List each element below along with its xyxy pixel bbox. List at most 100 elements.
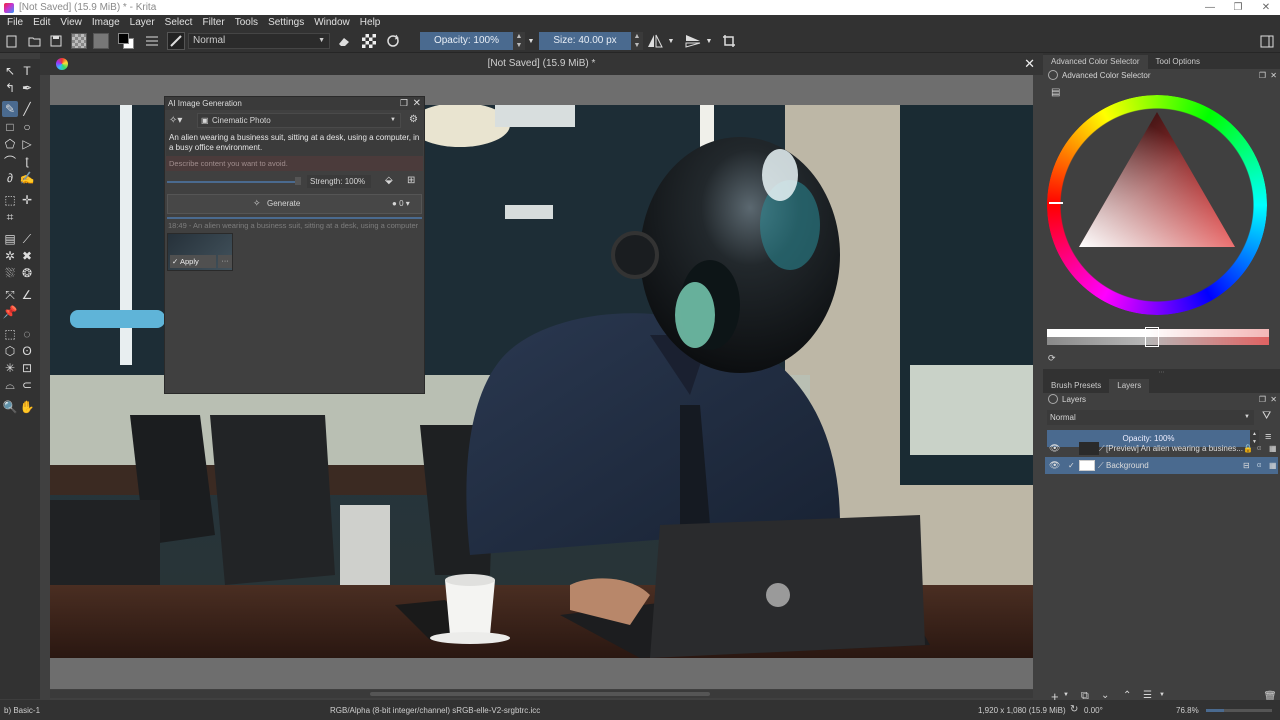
layers-stack-icon[interactable]: ⬙ bbox=[385, 175, 393, 186]
menu-layer[interactable]: Layer bbox=[125, 17, 160, 28]
layer-row-selected[interactable]: 👁 ✓ ⟋ Background ⊟ α ▦ bbox=[1045, 457, 1278, 474]
freehand-select-tool-icon[interactable]: ʘ bbox=[19, 343, 35, 359]
strength-slider-handle[interactable] bbox=[295, 177, 301, 185]
color-picker-tool-icon[interactable]: ⟋ bbox=[19, 231, 35, 247]
magnetic-select-tool-icon[interactable]: ⊂ bbox=[19, 377, 35, 393]
menu-edit[interactable]: Edit bbox=[28, 17, 55, 28]
similar-select-tool-icon[interactable]: ⊡ bbox=[19, 360, 35, 376]
calligraphy-tool-icon[interactable]: ✒ bbox=[19, 80, 35, 96]
float-panel-icon[interactable]: ❐ bbox=[1259, 393, 1266, 406]
float-panel-icon[interactable]: ❐ bbox=[1259, 69, 1266, 82]
rectangle-tool-icon[interactable]: □ bbox=[2, 119, 18, 135]
measure-tool-icon[interactable]: ∠ bbox=[19, 287, 35, 303]
ellipse-tool-icon[interactable]: ○ bbox=[19, 119, 35, 135]
close-window-button[interactable]: ✕ bbox=[1252, 0, 1280, 15]
menu-filter[interactable]: Filter bbox=[197, 17, 229, 28]
menu-help[interactable]: Help bbox=[355, 17, 386, 28]
mirror-vertical-icon[interactable] bbox=[684, 32, 702, 50]
zoom-slider[interactable] bbox=[1206, 709, 1272, 712]
freehand-brush-tool-icon[interactable]: ✎ bbox=[2, 101, 18, 117]
brush-preset-icon[interactable] bbox=[166, 32, 186, 50]
reload-preset-icon[interactable] bbox=[384, 32, 402, 50]
polygon-tool-icon[interactable]: ⬠ bbox=[2, 136, 18, 152]
opacity-slider[interactable]: Opacity: 100% bbox=[420, 32, 513, 50]
refresh-color-icon[interactable]: ⟳ bbox=[1048, 353, 1056, 364]
bezier-select-tool-icon[interactable]: ⌓ bbox=[2, 377, 18, 393]
dock-splitter[interactable]: ⋯ bbox=[1043, 369, 1280, 377]
generate-button[interactable]: ✧ Generate ● 0 ▾ bbox=[167, 194, 422, 214]
tab-tool-options[interactable]: Tool Options bbox=[1148, 55, 1208, 69]
text-tool-icon[interactable]: T bbox=[19, 63, 35, 79]
menu-tools[interactable]: Tools bbox=[230, 17, 263, 28]
close-panel-icon[interactable]: ✕ bbox=[413, 97, 421, 110]
close-document-icon[interactable]: ✕ bbox=[1024, 53, 1035, 75]
chevron-down-icon[interactable]: ▼ bbox=[526, 32, 536, 50]
inherit-alpha-icon[interactable]: ▦ bbox=[1269, 440, 1277, 457]
zoom-tool-icon[interactable]: 🔍 bbox=[2, 399, 18, 415]
document-tab[interactable]: [Not Saved] (15.9 MiB) * ✕ bbox=[40, 53, 1043, 75]
tab-brush-presets[interactable]: Brush Presets bbox=[1043, 379, 1109, 393]
chevron-down-icon[interactable]: ▼ bbox=[666, 32, 676, 50]
status-zoom[interactable]: 76.8% bbox=[1176, 706, 1199, 715]
size-spin-arrows[interactable]: ▲ ▼ bbox=[631, 32, 643, 50]
save-document-icon[interactable] bbox=[48, 32, 64, 50]
scrollbar-thumb[interactable] bbox=[370, 692, 710, 696]
colorize-mask-tool-icon[interactable]: ✖ bbox=[19, 248, 35, 264]
region-add-icon[interactable]: ⊞ bbox=[407, 175, 415, 186]
bezier-tool-icon[interactable]: ⌒ bbox=[2, 153, 18, 169]
menu-file[interactable]: File bbox=[2, 17, 28, 28]
new-document-icon[interactable] bbox=[4, 32, 20, 50]
dynamic-brush-tool-icon[interactable]: ✍ bbox=[19, 170, 35, 186]
move-tool-icon[interactable]: ✛ bbox=[19, 192, 35, 208]
ellipse-select-tool-icon[interactable]: ◌ bbox=[19, 326, 35, 342]
fill-tool-icon[interactable]: ⛆ bbox=[2, 265, 18, 281]
pan-tool-icon[interactable]: ✋ bbox=[19, 399, 35, 415]
assistant-tool-icon[interactable]: ⤧ bbox=[2, 287, 18, 303]
panel-layout-icon[interactable] bbox=[1259, 32, 1275, 50]
contiguous-select-tool-icon[interactable]: ✳ bbox=[2, 360, 18, 376]
strength-slider[interactable] bbox=[167, 181, 297, 183]
filter-icon[interactable]: ⛛ bbox=[1262, 410, 1271, 423]
history-thumbnail[interactable]: ✓ Apply ··· bbox=[167, 233, 233, 271]
apply-button[interactable]: ✓ Apply bbox=[170, 255, 216, 268]
enclose-fill-tool-icon[interactable]: ❂ bbox=[19, 265, 35, 281]
settings-gear-icon[interactable]: ⚙ bbox=[409, 114, 418, 125]
open-document-icon[interactable] bbox=[26, 32, 42, 50]
transform-tool-icon[interactable]: ⬚ bbox=[2, 192, 18, 208]
menu-window[interactable]: Window bbox=[309, 17, 355, 28]
crop-wrap-icon[interactable] bbox=[720, 32, 738, 50]
lock-icon[interactable]: 🔒 bbox=[1243, 440, 1253, 457]
alpha-lock-icon[interactable]: α bbox=[1257, 457, 1261, 474]
edit-shapes-tool-icon[interactable]: ↰ bbox=[2, 80, 18, 96]
check-icon[interactable]: ✓ bbox=[1068, 457, 1075, 474]
shade-selector-marker[interactable] bbox=[1145, 327, 1159, 347]
opacity-spin-arrows[interactable]: ▲ ▼ bbox=[513, 32, 525, 50]
gradient-swatch-icon[interactable] bbox=[70, 32, 88, 50]
queue-indicator[interactable]: ● 0 ▾ bbox=[392, 199, 410, 208]
brush-settings-icon[interactable] bbox=[144, 32, 160, 50]
strength-spinbox[interactable]: Strength: 100% bbox=[307, 175, 371, 188]
polygon-select-tool-icon[interactable]: ⬡ bbox=[2, 343, 18, 359]
chevron-down-icon[interactable]: ▼ bbox=[704, 32, 714, 50]
layer-row[interactable]: 👁 ⟋ [Preview] An alien wearing a busines… bbox=[1045, 440, 1278, 457]
size-slider[interactable]: Size: 40.00 px bbox=[539, 32, 631, 50]
mirror-horizontal-icon[interactable] bbox=[646, 32, 664, 50]
fg-bg-color-icon[interactable] bbox=[116, 32, 136, 50]
chevron-down-icon[interactable]: ▼ bbox=[1063, 692, 1069, 698]
tab-layers[interactable]: Layers bbox=[1109, 379, 1150, 393]
alpha-lock-icon[interactable]: α bbox=[1257, 440, 1261, 457]
blend-mode-select[interactable]: Normal ▼ bbox=[188, 33, 330, 49]
close-panel-icon[interactable]: ✕ bbox=[1270, 69, 1277, 82]
preserve-alpha-icon[interactable] bbox=[360, 32, 378, 50]
menu-view[interactable]: View bbox=[55, 17, 87, 28]
select-shapes-tool-icon[interactable]: ↖ bbox=[2, 63, 18, 79]
status-rotation[interactable]: 0.00° bbox=[1084, 706, 1103, 715]
prompt-input[interactable]: An alien wearing a business suit, sittin… bbox=[166, 130, 423, 156]
path-tool-icon[interactable]: ʈ bbox=[19, 153, 35, 169]
menu-image[interactable]: Image bbox=[87, 17, 125, 28]
magic-wand-icon[interactable]: ✧▾ bbox=[169, 115, 182, 126]
polyline-tool-icon[interactable]: ▷ bbox=[19, 136, 35, 152]
negative-prompt-input[interactable]: Describe content you want to avoid. bbox=[166, 156, 423, 171]
reference-tool-icon[interactable]: 📌 bbox=[2, 304, 18, 320]
visibility-eye-icon[interactable]: 👁 bbox=[1049, 457, 1060, 474]
